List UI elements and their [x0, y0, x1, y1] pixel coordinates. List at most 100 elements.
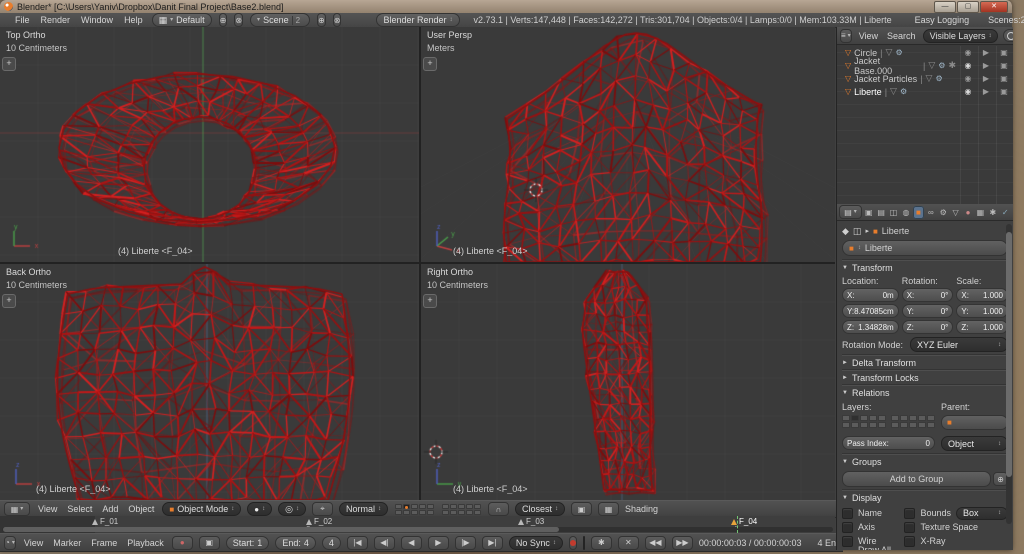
tab-render-layers[interactable]: ▤	[875, 206, 886, 219]
checkbox-name[interactable]: Name	[842, 507, 900, 519]
render-restrict-icon[interactable]: ▣	[995, 74, 1013, 83]
tab-world[interactable]: ◍	[900, 206, 911, 219]
viewport-canvas-back[interactable]	[0, 264, 419, 500]
tab-scene[interactable]: ◫	[888, 206, 899, 219]
outliner-search-input[interactable]	[1003, 29, 1013, 42]
prev-keyframe-button[interactable]: ◀|	[374, 536, 395, 550]
tab-render[interactable]: ▣	[863, 206, 874, 219]
menu-frame[interactable]: Frame	[89, 538, 119, 548]
parent-object-field[interactable]: ■	[941, 415, 1008, 430]
panel-display-header[interactable]: ▼ Display	[842, 490, 1008, 505]
maximize-button[interactable]: ▢	[957, 1, 979, 13]
opengl-render-anim-button[interactable]: ▦	[598, 502, 619, 516]
next-keyframe-button[interactable]: |▶	[455, 536, 476, 550]
opengl-render-image-button[interactable]: ▣	[571, 502, 592, 516]
scene-selector[interactable]: ▾ Scene 2	[250, 13, 310, 27]
menu-window[interactable]: Window	[79, 15, 115, 25]
menu-playback[interactable]: Playback	[125, 538, 166, 548]
panel-delta-transform-header[interactable]: ► Delta Transform	[842, 355, 1008, 370]
frame-end-field[interactable]: End: 4	[275, 536, 316, 550]
hide-eye-icon[interactable]: ◉	[959, 48, 977, 57]
rotation-z-field[interactable]: Z:0°	[902, 320, 954, 334]
current-frame-field[interactable]: 4	[322, 536, 341, 550]
insert-keyframe-button[interactable]: ✱	[591, 536, 612, 550]
panel-transform-locks-header[interactable]: ► Transform Locks	[842, 370, 1008, 385]
viewport-canvas-right[interactable]	[421, 264, 835, 500]
panel-relations-header[interactable]: ▼ Relations	[842, 385, 1008, 400]
timeline-scrollbar[interactable]	[2, 527, 833, 532]
keying-lock-toggle[interactable]: ▣	[199, 536, 220, 550]
timeline-scrollbar-handle[interactable]	[3, 527, 559, 532]
timeline-marker[interactable]: F_03	[518, 517, 544, 526]
jump-prev-marker-button[interactable]: ◀◀	[645, 536, 666, 550]
timeline-track[interactable]: F_01 F_02 F_03 F_04 2 4	[0, 516, 835, 534]
tab-particles[interactable]: ✱	[987, 206, 998, 219]
tab-material[interactable]: ●	[962, 206, 973, 219]
screen-layout-selector[interactable]: ▦ ▾ Default	[152, 13, 212, 27]
viewport-canvas-top[interactable]	[0, 27, 419, 262]
outliner-filter-selector[interactable]: Visible Layers ↕	[923, 29, 999, 43]
add-scene-button[interactable]: ⊕	[317, 13, 326, 27]
parent-type-selector[interactable]: Object ↕	[941, 436, 1008, 451]
properties-scrollbar[interactable]	[1006, 224, 1012, 524]
menu-select[interactable]: Select	[65, 504, 94, 514]
scale-y-field[interactable]: Y:1.000	[956, 304, 1008, 318]
menu-marker[interactable]: Marker	[51, 538, 83, 548]
scale-z-field[interactable]: Z:1.000	[956, 320, 1008, 334]
properties-editor-selector[interactable]: ▤ ▾	[839, 205, 862, 219]
editor-type-selector[interactable]: ▦ ▾	[4, 502, 30, 516]
manipulator-toggle[interactable]: ⌖	[312, 502, 333, 516]
object-layers-grid-2[interactable]	[891, 415, 935, 430]
orientation-selector[interactable]: Normal ↕	[339, 502, 388, 516]
jump-to-start-button[interactable]: |◀	[347, 536, 368, 550]
snap-toggle[interactable]: ∩	[488, 502, 509, 516]
checkbox-texture-space[interactable]: Texture Space	[904, 521, 1008, 533]
play-button[interactable]: ▶	[428, 536, 449, 550]
panel-groups-header[interactable]: ▼ Groups	[842, 454, 1008, 469]
timeline-editor-selector[interactable]: ◔ ▾	[4, 536, 16, 550]
layer-switcher-2[interactable]	[442, 504, 481, 515]
outliner-item-jacket-particles[interactable]: ▽ Jacket Particles | ▽ ⚙ ◉ ▶ ▣	[837, 72, 1013, 85]
outliner-editor-selector[interactable]: ≡ ▾	[840, 29, 852, 43]
bounds-type-selector[interactable]: Box ↕	[956, 507, 1008, 520]
region-expand-button[interactable]: +	[2, 294, 16, 308]
pivot-selector[interactable]: ◎ ↕	[278, 502, 306, 516]
only-selected-toggle[interactable]: ●	[172, 536, 193, 550]
location-z-field[interactable]: Z:1.34828m	[842, 320, 899, 334]
menu-view[interactable]: View	[857, 31, 880, 41]
tab-physics[interactable]: ✓	[1000, 206, 1011, 219]
rotation-mode-selector[interactable]: XYZ Euler ↕	[910, 337, 1008, 352]
pass-index-field[interactable]: Pass Index: 0	[842, 436, 935, 450]
selectable-icon[interactable]: ▶	[977, 74, 995, 83]
current-frame-playhead[interactable]	[737, 516, 738, 533]
hide-eye-icon[interactable]: ◉	[959, 61, 977, 70]
menu-view[interactable]: View	[36, 504, 59, 514]
pin-icon[interactable]: ◆	[842, 226, 849, 237]
rotation-x-field[interactable]: X:0°	[902, 288, 954, 302]
hide-eye-icon[interactable]: ◉	[959, 74, 977, 83]
render-restrict-icon[interactable]: ▣	[995, 48, 1013, 57]
play-reverse-button[interactable]: ◀	[401, 536, 422, 550]
selectable-icon[interactable]: ▶	[977, 48, 995, 57]
menu-search[interactable]: Search	[885, 31, 918, 41]
viewport-top-ortho[interactable]: Top Ortho 10 Centimeters (4) Liberte <F_…	[0, 27, 419, 262]
selectable-icon[interactable]: ▶	[977, 87, 995, 96]
rotation-y-field[interactable]: Y:0°	[902, 304, 954, 318]
title-bar[interactable]: Blender* [C:\Users\Yaniv\Dropbox\Danit F…	[0, 0, 1012, 13]
viewport-right-ortho[interactable]: Right Ortho 10 Centimeters (4) Liberte <…	[421, 264, 835, 500]
auto-keyframe-record-button[interactable]	[569, 536, 577, 550]
menu-help[interactable]: Help	[122, 15, 145, 25]
snap-target-selector[interactable]: Closest ↕	[515, 502, 565, 516]
layer-switcher[interactable]	[395, 504, 434, 515]
render-restrict-icon[interactable]: ▣	[995, 87, 1013, 96]
shading-selector[interactable]: ● ↕	[247, 502, 272, 516]
region-expand-button[interactable]: +	[423, 57, 437, 71]
scale-x-field[interactable]: X:1.000	[956, 288, 1008, 302]
checkbox-draw-all-edges[interactable]: Draw All Edges	[842, 549, 900, 550]
sync-mode-selector[interactable]: No Sync ↕	[509, 536, 563, 550]
viewport-user-persp[interactable]: User Persp Meters (4) Liberte <F_04> +	[421, 27, 835, 262]
selectable-icon[interactable]: ▶	[977, 61, 995, 70]
jump-next-marker-button[interactable]: ▶▶	[672, 536, 693, 550]
outliner-item-jacket-base[interactable]: ▽ Jacket Base.000 | ▽ ⚙ ✱ ◉ ▶ ▣	[837, 59, 1013, 72]
menu-file[interactable]: File	[13, 15, 32, 25]
